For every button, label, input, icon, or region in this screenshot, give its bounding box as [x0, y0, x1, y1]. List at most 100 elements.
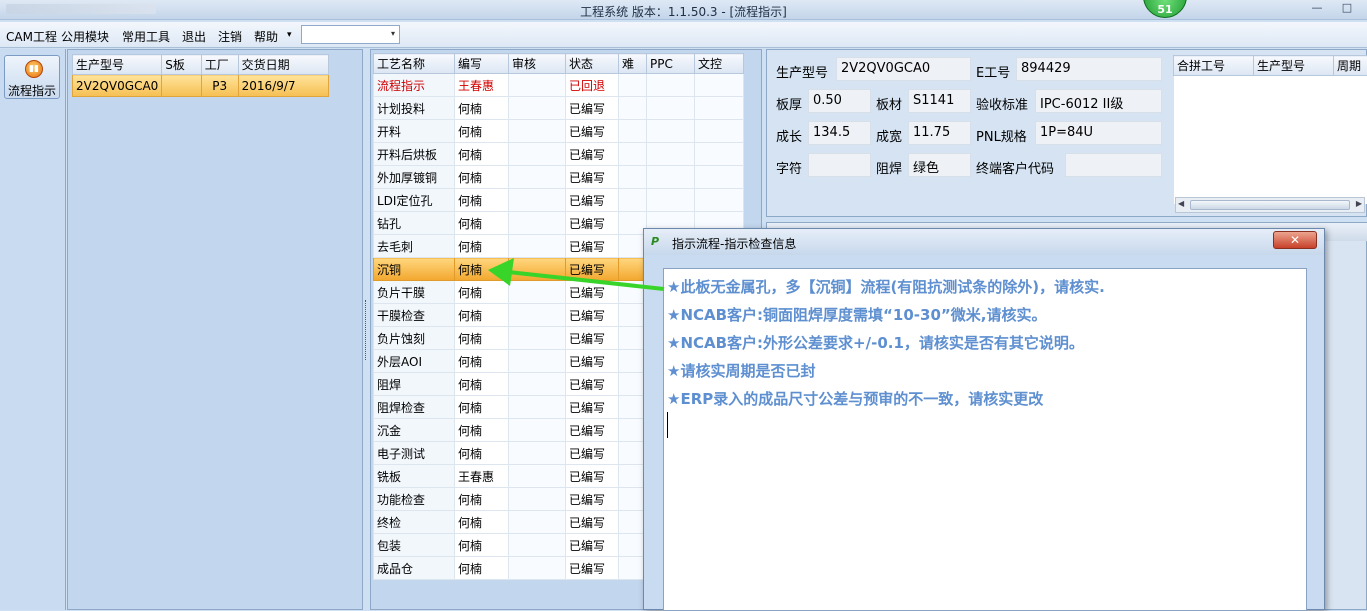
menu-logout[interactable]: 注销 — [218, 28, 242, 45]
cell-writer: 王春惠 — [455, 465, 509, 488]
table-row[interactable]: 外加厚镀铜何楠已编写 — [374, 166, 744, 189]
product-table: 生产型号 S板 工厂 交货日期 2V2QV0GCA0 P3 2016/9/7 — [72, 54, 329, 97]
note-line-3: ★NCAB客户:外形公差要求+/-0.1，请核实是否有其它说明。 — [667, 332, 1084, 353]
cell-process-name: 铣板 — [374, 465, 455, 488]
maximize-button[interactable]: □ — [1334, 0, 1360, 18]
menu-combo-select[interactable]: ▾ — [301, 25, 400, 44]
cell-doc-control — [695, 74, 744, 97]
splitter-handle[interactable] — [365, 300, 368, 360]
cell-status: 已编写 — [566, 488, 619, 511]
pnl-field[interactable]: 1P=84U — [1035, 121, 1162, 145]
standard-field[interactable]: IPC-6012 II级 — [1035, 89, 1162, 113]
table-row[interactable]: 计划投料何楠已编写 — [374, 97, 744, 120]
length-field[interactable]: 134.5 — [808, 121, 871, 145]
horizontal-scrollbar[interactable]: ◀ ▶ — [1175, 197, 1365, 213]
cell-ppc — [647, 166, 695, 189]
cell-factory: P3 — [201, 75, 238, 97]
table-row[interactable]: LDI定位孔何楠已编写 — [374, 189, 744, 212]
cell-process-name: 负片干膜 — [374, 281, 455, 304]
scroll-right-icon[interactable]: ▶ — [1356, 199, 1362, 208]
chevron-down-icon[interactable]: ▾ — [391, 29, 395, 38]
cell-writer: 王春惠 — [455, 74, 509, 97]
cell-process-name: 沉铜 — [374, 258, 455, 281]
cell-writer: 何楠 — [455, 511, 509, 534]
cell-reviewer — [509, 74, 566, 97]
cell-process-name: 开料后烘板 — [374, 143, 455, 166]
cell-sboard — [162, 75, 202, 97]
col-header-sboard[interactable]: S板 — [162, 55, 202, 75]
cell-reviewer — [509, 166, 566, 189]
cell-process-name: 去毛刺 — [374, 235, 455, 258]
help-dropdown-icon[interactable]: ▾ — [287, 30, 292, 40]
col-header-process[interactable]: 工艺名称 — [374, 54, 455, 74]
cell-writer: 何楠 — [455, 442, 509, 465]
width-field[interactable]: 11.75 — [908, 121, 971, 145]
dialog-close-button[interactable]: ✕ — [1273, 231, 1317, 249]
menu-common-modules[interactable]: 公用模块 — [61, 28, 109, 45]
col-header-merge-model[interactable]: 生产型号 — [1254, 56, 1334, 76]
flow-instruction-button[interactable]: ▮▮ 流程指示 — [4, 55, 60, 99]
minimize-button[interactable]: — — [1304, 0, 1330, 18]
cell-status: 已编写 — [566, 258, 619, 281]
cell-reviewer — [509, 189, 566, 212]
table-row[interactable]: 开料后烘板何楠已编写 — [374, 143, 744, 166]
cell-writer: 何楠 — [455, 327, 509, 350]
col-header-difficulty[interactable]: 难 — [619, 54, 647, 74]
mask-field[interactable]: 绿色 — [908, 153, 971, 177]
scroll-left-icon[interactable]: ◀ — [1178, 199, 1184, 208]
menu-cam[interactable]: CAM工程 — [6, 28, 57, 45]
text-caret — [667, 412, 668, 438]
product-list-panel: 生产型号 S板 工厂 交货日期 2V2QV0GCA0 P3 2016/9/7 — [67, 49, 363, 610]
cell-writer: 何楠 — [455, 488, 509, 511]
model-field[interactable]: 2V2QV0GCA0 — [836, 57, 971, 81]
col-header-model[interactable]: 生产型号 — [73, 55, 162, 75]
customer-code-label: 终端客户代码 — [976, 158, 1054, 177]
cell-writer: 何楠 — [455, 97, 509, 120]
cell-reviewer — [509, 281, 566, 304]
menu-exit[interactable]: 退出 — [182, 28, 206, 45]
cell-status: 已编写 — [566, 534, 619, 557]
cell-status: 已编写 — [566, 281, 619, 304]
material-field[interactable]: S1141 — [908, 89, 971, 113]
cell-writer: 何楠 — [455, 557, 509, 580]
col-header-delivery[interactable]: 交货日期 — [238, 55, 328, 75]
cell-status: 已回退 — [566, 74, 619, 97]
table-row[interactable]: 2V2QV0GCA0 P3 2016/9/7 — [73, 75, 329, 97]
table-row[interactable]: 开料何楠已编写 — [374, 120, 744, 143]
scrollbar-thumb[interactable] — [1190, 200, 1350, 210]
cell-reviewer — [509, 557, 566, 580]
menu-tools[interactable]: 常用工具 — [122, 28, 170, 45]
col-header-merge-no[interactable]: 合拼工号 — [1174, 56, 1254, 76]
col-header-reviewer[interactable]: 审核 — [509, 54, 566, 74]
col-header-ppc[interactable]: PPC — [647, 54, 695, 74]
table-row[interactable]: 流程指示王春惠已回退 — [374, 74, 744, 97]
cell-status: 已编写 — [566, 557, 619, 580]
cell-writer: 何楠 — [455, 166, 509, 189]
material-label: 板材 — [876, 94, 902, 113]
cell-writer: 何楠 — [455, 304, 509, 327]
length-label: 成长 — [776, 126, 802, 145]
cell-doc-control — [695, 120, 744, 143]
cell-ppc — [647, 97, 695, 120]
cell-writer: 何楠 — [455, 189, 509, 212]
cell-writer: 何楠 — [455, 373, 509, 396]
col-header-factory[interactable]: 工厂 — [201, 55, 238, 75]
dialog-message-area[interactable]: ★此板无金属孔，多【沉铜】流程(有阻抗测试条的除外)，请核实. ★NCAB客户:… — [663, 268, 1307, 611]
col-header-doc-control[interactable]: 文控 — [695, 54, 744, 74]
cell-model: 2V2QV0GCA0 — [73, 75, 162, 97]
cell-difficulty — [619, 74, 647, 97]
eno-field[interactable]: 894429 — [1016, 57, 1162, 81]
cell-status: 已编写 — [566, 120, 619, 143]
cell-reviewer — [509, 419, 566, 442]
char-field[interactable] — [808, 153, 871, 177]
col-header-writer[interactable]: 编写 — [455, 54, 509, 74]
eno-label: E工号 — [976, 62, 1010, 81]
col-header-status[interactable]: 状态 — [566, 54, 619, 74]
cell-process-name: 外加厚镀铜 — [374, 166, 455, 189]
dialog-titlebar[interactable]: P 指示流程-指示检查信息 ✕ — [644, 229, 1324, 255]
menu-help[interactable]: 帮助 — [254, 28, 278, 45]
customer-code-field[interactable] — [1065, 153, 1162, 177]
cell-difficulty — [619, 97, 647, 120]
col-header-period[interactable]: 周期 — [1334, 56, 1367, 76]
thickness-field[interactable]: 0.50 — [808, 89, 871, 113]
